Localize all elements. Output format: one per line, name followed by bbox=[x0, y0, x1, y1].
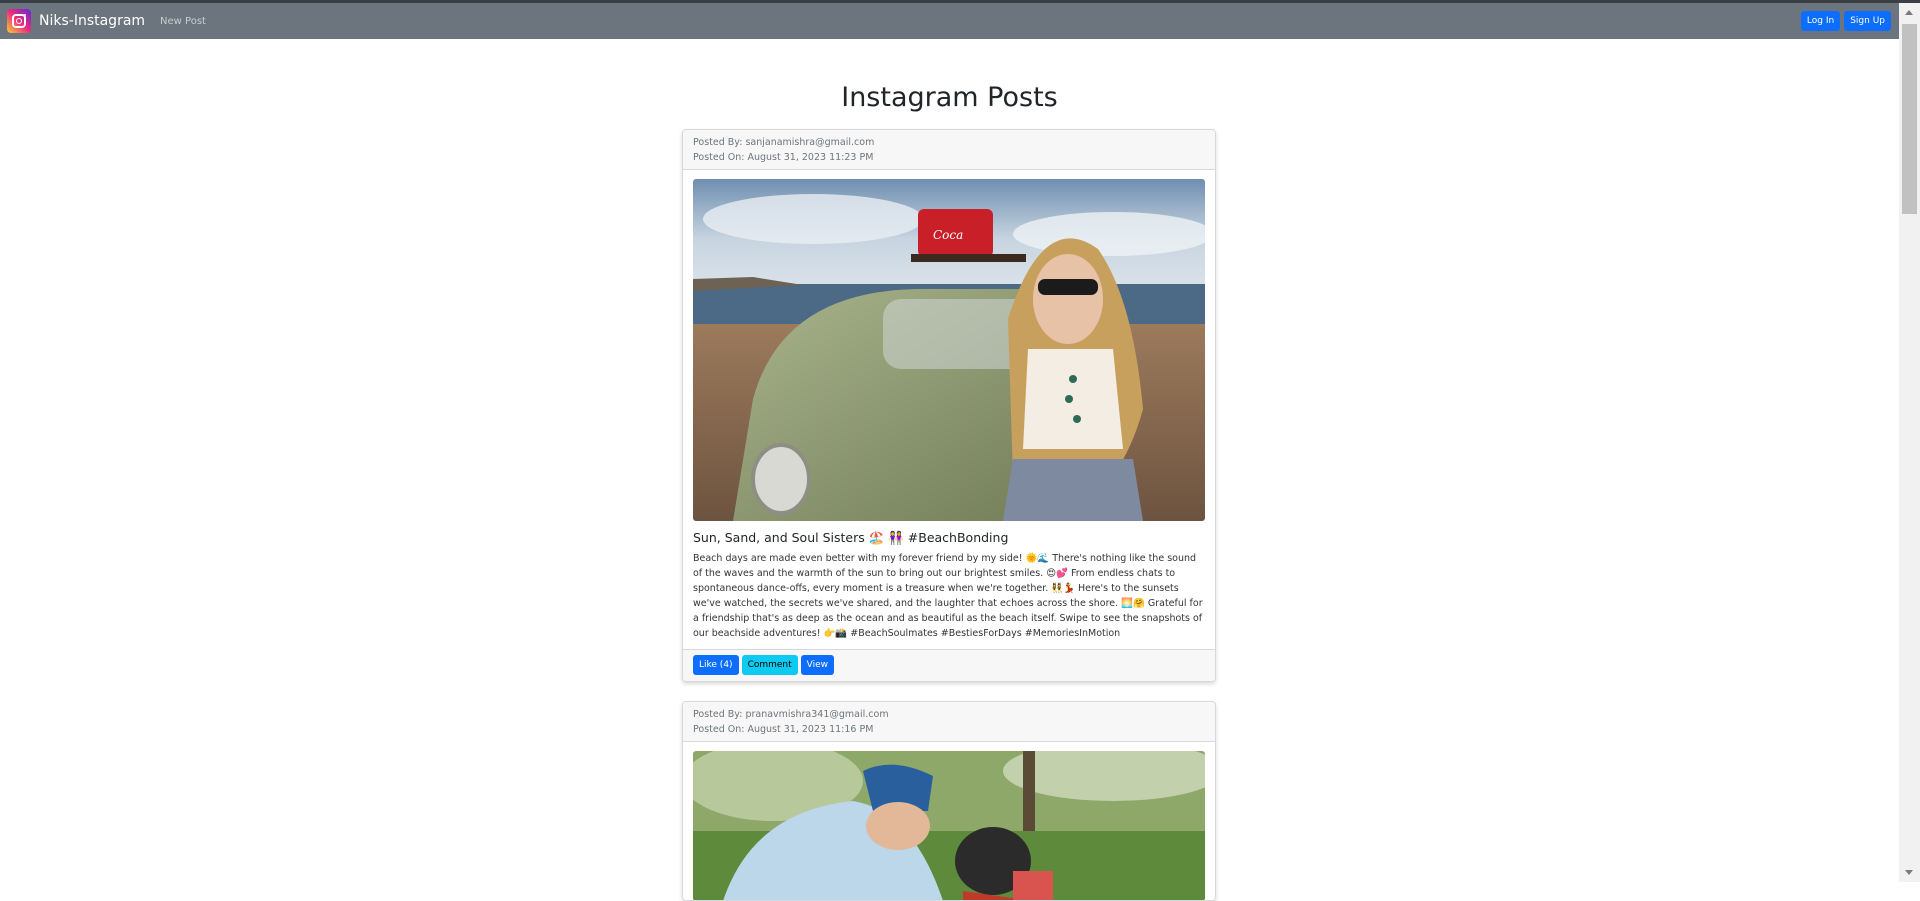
navbar: Niks-Instagram New Post Log In Sign Up bbox=[0, 3, 1899, 39]
auth-buttons: Log In Sign Up bbox=[1800, 11, 1891, 31]
scroll-up-arrow-icon[interactable] bbox=[1905, 10, 1913, 15]
instagram-logo-icon[interactable] bbox=[7, 9, 31, 33]
posted-by: Posted By: sanjanamishra@gmail.com bbox=[693, 137, 875, 148]
scroll-down-arrow-icon[interactable] bbox=[1905, 870, 1913, 875]
post-card: Posted By: pranavmishra341@gmail.com Pos… bbox=[682, 701, 1216, 901]
post-body bbox=[683, 742, 1215, 900]
scrollbar-thumb[interactable] bbox=[1902, 24, 1917, 214]
post-actions: Like (4) Comment View bbox=[683, 649, 1215, 681]
page-title: Instagram Posts bbox=[841, 82, 1058, 113]
post-title: Sun, Sand, and Soul Sisters 🏖️ 👭 #BeachB… bbox=[693, 530, 1009, 545]
posted-by: Posted By: pranavmishra341@gmail.com bbox=[693, 709, 889, 720]
view-button[interactable]: View bbox=[800, 655, 835, 675]
like-button[interactable]: Like (4) bbox=[693, 655, 739, 675]
comment-button[interactable]: Comment bbox=[741, 655, 798, 675]
post-image[interactable]: Coca bbox=[693, 179, 1205, 521]
post-image[interactable] bbox=[693, 751, 1205, 900]
svg-text:Coca: Coca bbox=[933, 228, 963, 242]
posted-on: Posted On: August 31, 2023 11:16 PM bbox=[693, 724, 874, 735]
post-text: Beach days are made even better with my … bbox=[693, 553, 1203, 639]
login-button[interactable]: Log In bbox=[1800, 11, 1841, 31]
post-header: Posted By: pranavmishra341@gmail.com Pos… bbox=[683, 702, 1215, 742]
nav-link-new-post[interactable]: New Post bbox=[160, 16, 206, 27]
post-body: Coca Sun, Sand, and Soul Sisters 🏖️ 👭 #B… bbox=[683, 170, 1215, 649]
posted-on: Posted On: August 31, 2023 11:23 PM bbox=[693, 152, 874, 163]
page-scrollbar[interactable] bbox=[1899, 3, 1920, 882]
brand-name[interactable]: Niks-Instagram bbox=[39, 13, 145, 29]
signup-button[interactable]: Sign Up bbox=[1844, 11, 1891, 31]
post-card: Posted By: sanjanamishra@gmail.com Poste… bbox=[682, 129, 1216, 682]
post-header: Posted By: sanjanamishra@gmail.com Poste… bbox=[683, 130, 1215, 170]
